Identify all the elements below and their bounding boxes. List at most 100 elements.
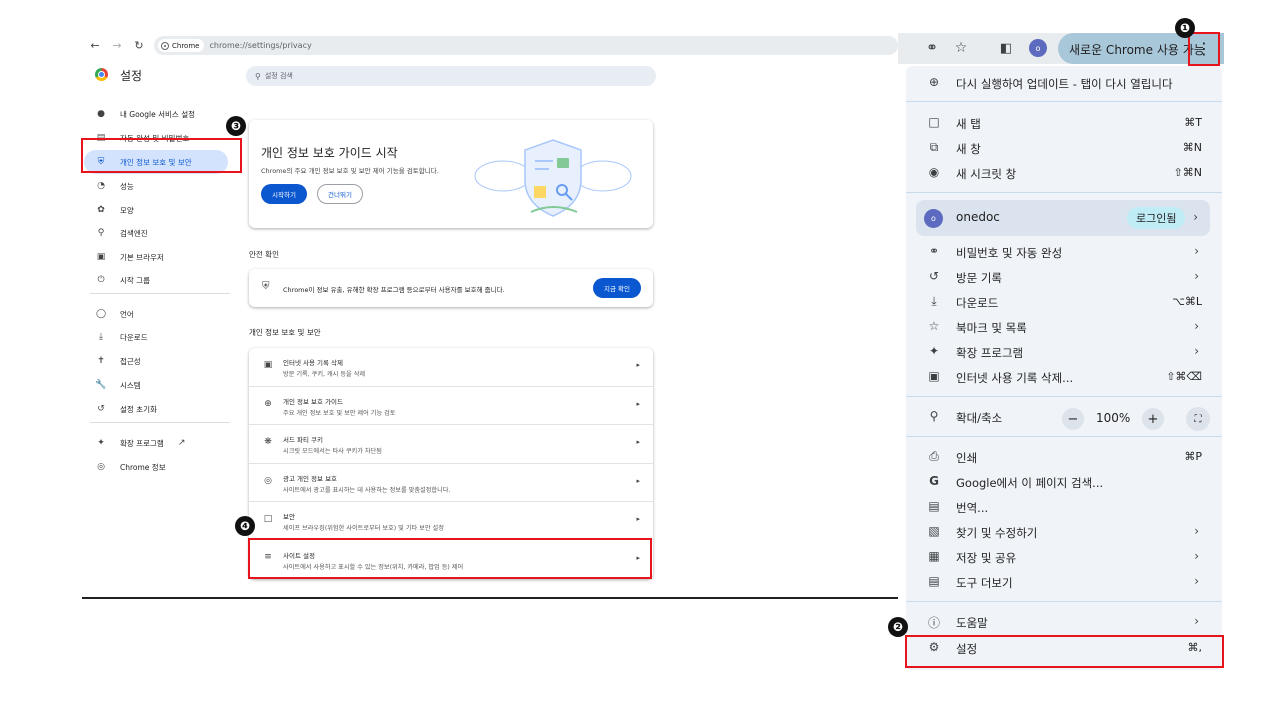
profile-avatar[interactable]: o bbox=[1029, 39, 1047, 57]
menu-item-new-window[interactable]: ⧉ 새 창 ⌘N bbox=[906, 136, 1222, 161]
wrench-icon: 🔧 bbox=[95, 380, 107, 390]
highlight-privacy-sidebar bbox=[81, 138, 242, 173]
browser-icon: ▣ bbox=[96, 252, 106, 262]
history-icon: ↺ bbox=[97, 404, 105, 414]
translate-icon: ▤ bbox=[928, 499, 940, 513]
key-icon[interactable]: ⚭ bbox=[922, 38, 942, 58]
privacy-guide-title: 개인 정보 보호 가이드 시작 bbox=[261, 146, 398, 160]
menu-item-find-edit[interactable]: ▧ 찾기 및 수정하기 › bbox=[906, 520, 1222, 545]
forward-icon[interactable]: → bbox=[106, 34, 128, 56]
puzzle-icon: ✦ bbox=[97, 438, 105, 448]
menu-item-search-page-google[interactable]: G Google에서 이 페이지 검색... bbox=[906, 470, 1222, 495]
menu-item-print[interactable]: ⎙ 인쇄 ⌘P bbox=[906, 445, 1222, 470]
history-icon: ↺ bbox=[928, 269, 940, 283]
menu-item-history[interactable]: ↺ 방문 기록 › bbox=[906, 265, 1222, 290]
safety-check-heading: 안전 확인 bbox=[249, 250, 279, 259]
new-tab-icon: □ bbox=[928, 115, 940, 129]
sidebar-item-label: 검색엔진 bbox=[120, 228, 148, 238]
menu-item-help[interactable]: ⓘ 도움말 › bbox=[906, 610, 1222, 635]
chevron-right-icon: › bbox=[1193, 210, 1198, 224]
privacy-shield-illustration bbox=[474, 139, 632, 217]
sidebar-item-label: 시작 그룹 bbox=[120, 275, 150, 285]
chrome-icon bbox=[161, 41, 169, 50]
settings-search-input[interactable]: ⚲ 설정 검색 bbox=[246, 66, 656, 86]
list-item-security[interactable]: □ 보안 세이프 브라우징(위험한 사이트로부터 보호) 및 기타 보안 설정 … bbox=[249, 501, 654, 539]
cookie-icon: ❋ bbox=[264, 437, 272, 447]
menu-divider bbox=[906, 601, 1222, 602]
menu-item-downloads[interactable]: ⤓ 다운로드 ⌥⌘L bbox=[906, 290, 1222, 315]
step-2-badge: ❷ bbox=[888, 617, 908, 637]
menu-item-clear-browsing-data[interactable]: ▣ 인터넷 사용 기록 삭제... ⇧⌘⌫ bbox=[906, 365, 1222, 390]
sidebar-item-label: 접근성 bbox=[120, 356, 141, 366]
sidebar-item-label: 모양 bbox=[120, 205, 134, 215]
update-icon: ⊕ bbox=[928, 75, 940, 89]
page-title: 설정 bbox=[120, 69, 143, 83]
list-item-third-party-cookies[interactable]: ❋ 서드 파티 쿠키 시크릿 모드에서는 타사 쿠키가 차단됨 ▸ bbox=[249, 424, 654, 462]
trash-icon: ▣ bbox=[263, 360, 273, 370]
zoom-out-button[interactable]: − bbox=[1062, 408, 1084, 430]
chevron-right-icon: ▸ bbox=[636, 438, 640, 446]
menu-item-new-tab[interactable]: □ 새 탭 ⌘T bbox=[906, 111, 1222, 136]
privacy-guide-description: Chrome의 주요 개인 정보 보호 및 보안 제어 기능을 검토합니다. bbox=[261, 167, 439, 175]
list-item-clear-browsing-data[interactable]: ▣ 인터넷 사용 기록 삭제 방문 기록, 쿠키, 캐시 등을 삭제 ▸ bbox=[249, 348, 654, 386]
sidebar-divider bbox=[90, 293, 230, 294]
menu-divider bbox=[906, 436, 1222, 437]
list-item-ad-privacy[interactable]: ◎ 광고 개인 정보 보호 사이트에서 광고를 표시하는 데 사용하는 정보를 … bbox=[249, 463, 654, 501]
new-window-icon: ⧉ bbox=[929, 140, 939, 154]
menu-item-extensions[interactable]: ✦ 확장 프로그램 › bbox=[906, 340, 1222, 365]
search-placeholder: 설정 검색 bbox=[264, 72, 293, 80]
chevron-right-icon: › bbox=[1194, 614, 1199, 628]
start-guide-button[interactable]: 시작하기 bbox=[261, 184, 307, 204]
sidebar-item-label: 시스템 bbox=[120, 380, 141, 390]
sidebar-item-label: 언어 bbox=[120, 309, 134, 319]
highlight-more-menu bbox=[1188, 32, 1220, 66]
site-info-chip[interactable]: Chrome bbox=[158, 39, 205, 52]
list-item-title: 서드 파티 쿠키 bbox=[283, 436, 324, 444]
update-chrome-label: 새로운 Chrome 사용 가능 bbox=[1069, 43, 1205, 57]
back-icon[interactable]: ← bbox=[84, 34, 106, 56]
safety-check-card: ⛨ Chrome이 정보 유출, 유해한 확장 프로그램 등으로부터 사용자를 … bbox=[249, 269, 653, 307]
help-icon: ⓘ bbox=[927, 616, 940, 630]
puzzle-icon: ✦ bbox=[928, 344, 940, 358]
menu-item-shortcut: ⌘T bbox=[1184, 116, 1202, 129]
side-panel-icon[interactable]: ◧ bbox=[996, 38, 1016, 58]
menu-item-passwords[interactable]: ⚭ 비밀번호 및 자동 완성 › bbox=[906, 240, 1222, 265]
menu-item-shortcut: ⇧⌘N bbox=[1173, 166, 1202, 179]
skip-guide-button[interactable]: 건너뛰기 bbox=[317, 184, 363, 204]
menu-item-relaunch-update[interactable]: ⊕ 다시 실행하여 업데이트 - 탭이 다시 열립니다 bbox=[906, 71, 1222, 96]
menu-item-save-share[interactable]: ▦ 저장 및 공유 › bbox=[906, 545, 1222, 570]
add-circle-icon: ⊕ bbox=[264, 399, 272, 409]
menu-item-bookmarks[interactable]: ☆ 북마크 및 목록 › bbox=[906, 315, 1222, 340]
signed-in-badge: 로그인됨 bbox=[1127, 207, 1186, 229]
menu-profile-row[interactable]: o onedoc 로그인됨 › bbox=[916, 200, 1210, 236]
list-item-privacy-guide[interactable]: ⊕ 개인 정보 보호 가이드 주요 개인 정보 보호 및 보안 제어 기능 검토… bbox=[249, 386, 654, 424]
open-in-new-icon: ↗ bbox=[178, 438, 186, 448]
menu-item-translate[interactable]: ▤ 번역... bbox=[906, 495, 1222, 520]
star-icon[interactable]: ☆ bbox=[951, 38, 971, 58]
menu-item-more-tools[interactable]: ▤ 도구 더보기 › bbox=[906, 570, 1222, 595]
sidebar-item-label: 다운로드 bbox=[120, 332, 148, 342]
menu-item-label: 확대/축소 bbox=[956, 411, 1003, 425]
step-1-badge: ❶ bbox=[1175, 18, 1195, 38]
menu-item-label: 새 탭 bbox=[956, 117, 981, 131]
safety-check-description: Chrome이 정보 유출, 유해한 확장 프로그램 등으로부터 사용자를 보호… bbox=[283, 286, 505, 294]
save-share-icon: ▦ bbox=[928, 549, 940, 563]
profile-name: onedoc bbox=[956, 210, 1000, 224]
check-now-button[interactable]: 지금 확인 bbox=[593, 278, 641, 298]
menu-item-label: 다시 실행하여 업데이트 - 탭이 다시 열립니다 bbox=[956, 77, 1173, 91]
chevron-right-icon: › bbox=[1194, 549, 1199, 563]
privacy-guide-card: 개인 정보 보호 가이드 시작 Chrome의 주요 개인 정보 보호 및 보안… bbox=[249, 120, 653, 228]
reload-icon[interactable]: ↻ bbox=[128, 34, 150, 56]
menu-item-label: 방문 기록 bbox=[956, 271, 1002, 285]
menu-item-new-incognito[interactable]: ◉ 새 시크릿 창 ⇧⌘N bbox=[906, 161, 1222, 186]
search-icon: ⚲ bbox=[255, 71, 261, 81]
fullscreen-icon[interactable]: ⛶ bbox=[1186, 407, 1210, 431]
list-item-title: 광고 개인 정보 보호 bbox=[283, 475, 338, 483]
chevron-right-icon: › bbox=[1194, 344, 1199, 358]
url-text: chrome://settings/privacy bbox=[209, 41, 312, 50]
menu-item-shortcut: ⇧⌘⌫ bbox=[1166, 370, 1202, 383]
zoom-in-button[interactable]: + bbox=[1142, 408, 1164, 430]
chevron-right-icon: › bbox=[1194, 574, 1199, 588]
chevron-right-icon: ▸ bbox=[636, 515, 640, 523]
address-bar[interactable]: Chrome chrome://settings/privacy bbox=[154, 36, 898, 55]
